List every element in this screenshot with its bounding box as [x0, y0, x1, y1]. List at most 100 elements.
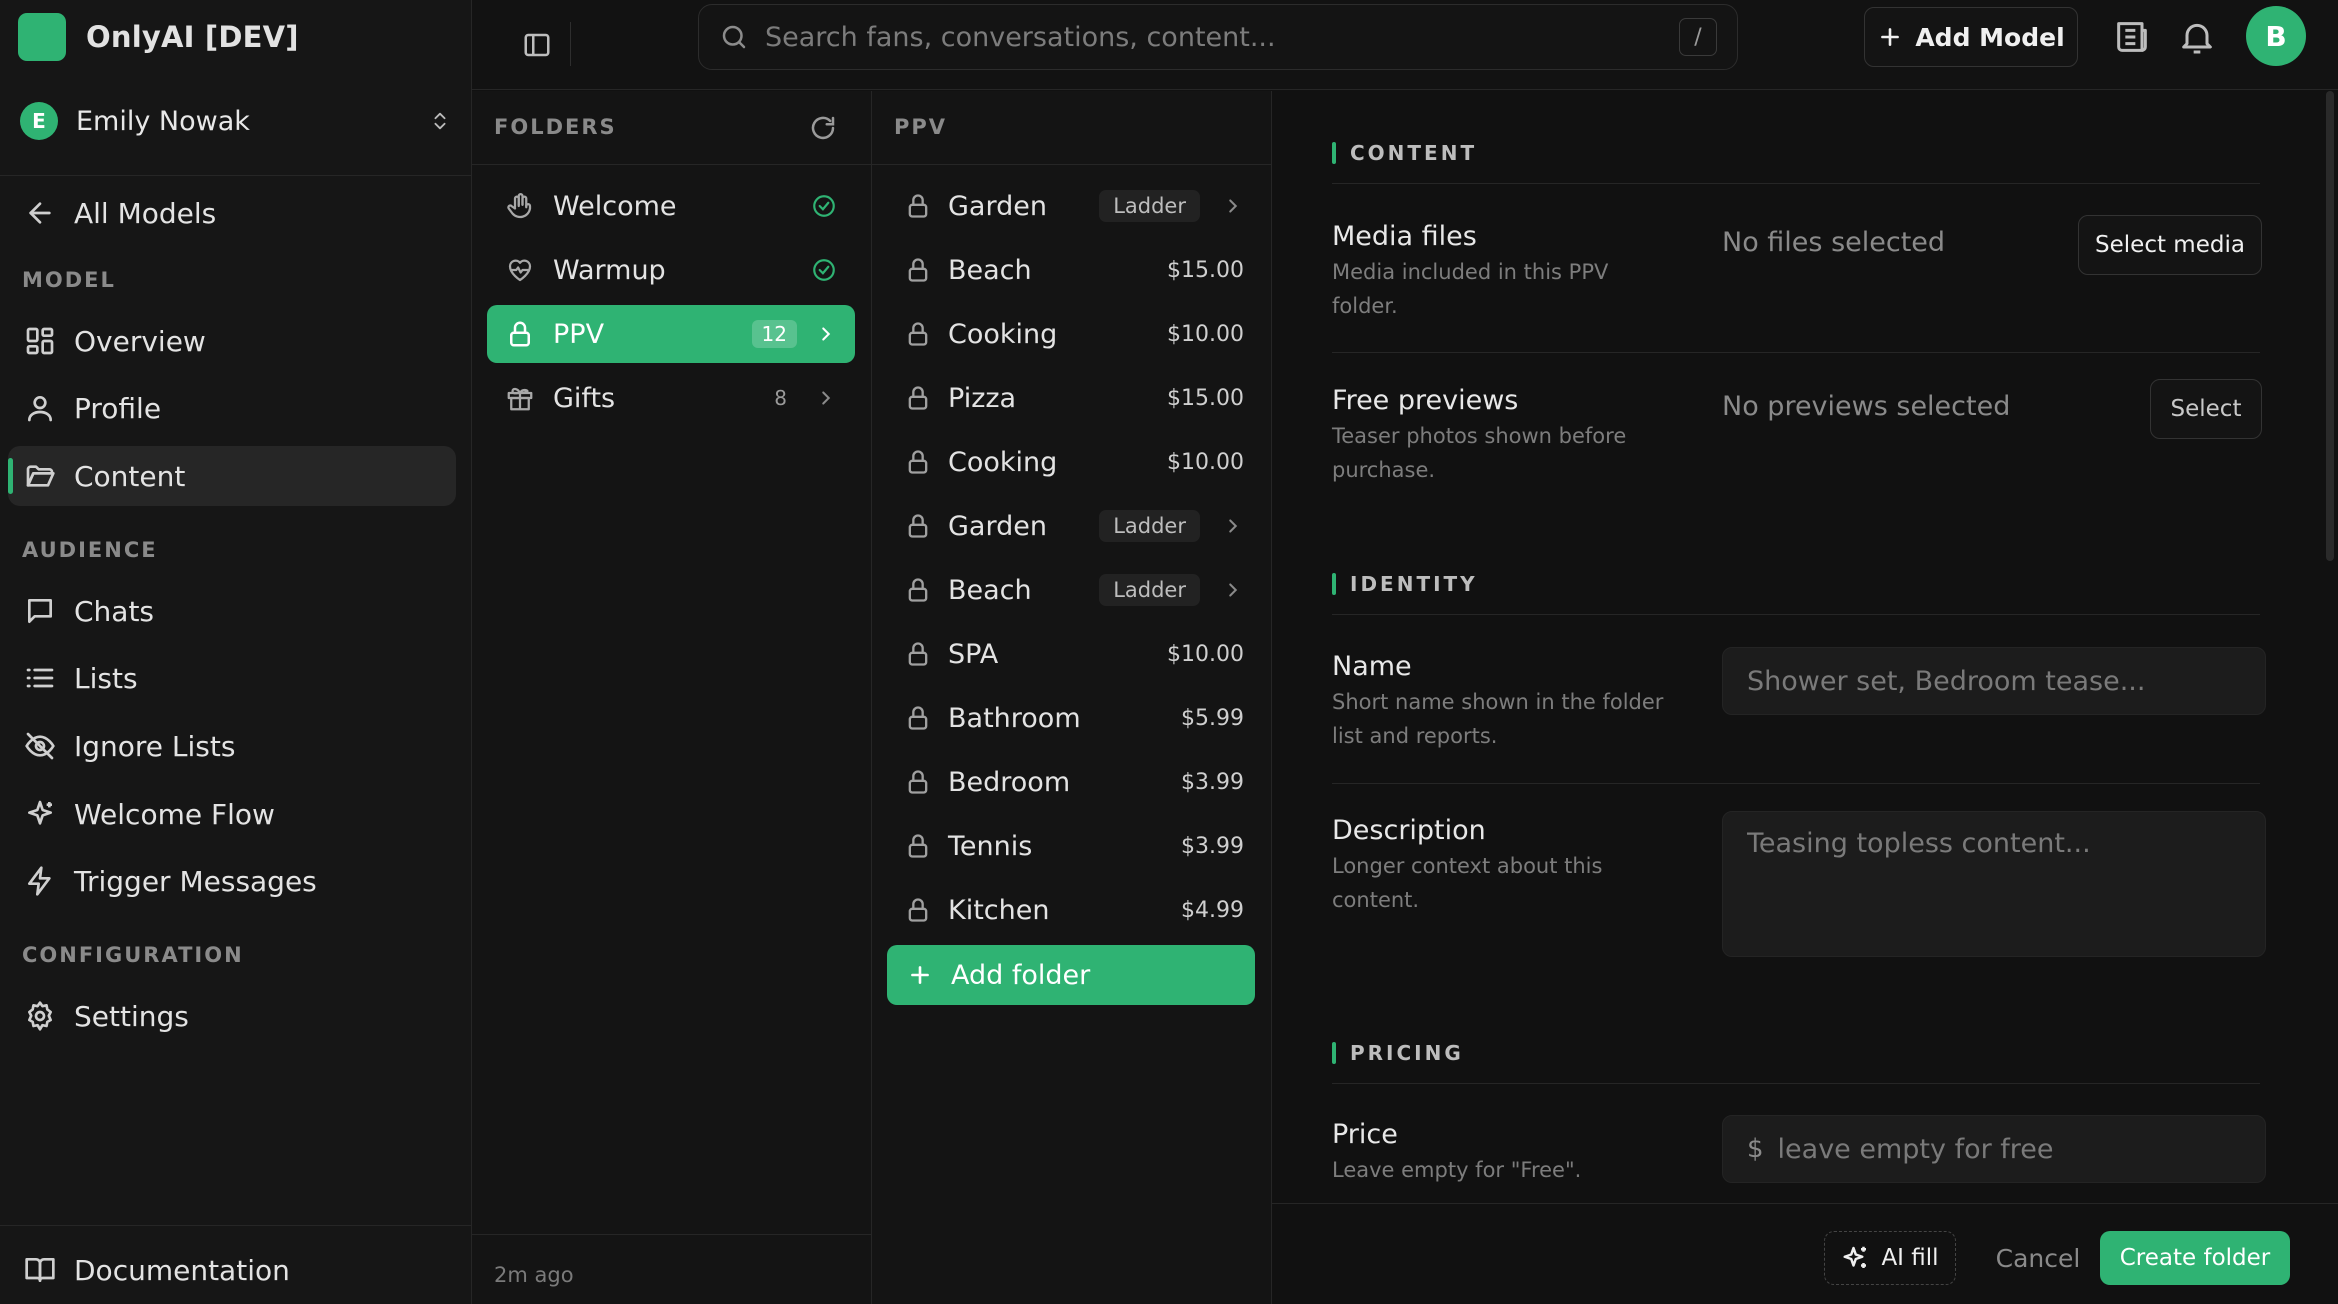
nav-all-models[interactable]: All Models: [8, 183, 456, 243]
ppv-item[interactable]: Bathroom $5.99: [886, 689, 1256, 747]
nav-overview[interactable]: Overview: [8, 311, 456, 371]
ladder-badge: Ladder: [1099, 190, 1200, 222]
user-avatar[interactable]: B: [2246, 6, 2306, 66]
plus-icon: [1877, 24, 1903, 50]
nav-welcome-flow[interactable]: Welcome Flow: [8, 784, 456, 844]
nav-label: Trigger Messages: [74, 864, 317, 898]
hand-wave-icon: [505, 191, 535, 221]
ppv-item-price: $5.99: [1181, 705, 1244, 731]
nav-settings[interactable]: Settings: [8, 986, 456, 1046]
description-input[interactable]: [1747, 828, 2241, 940]
create-folder-button[interactable]: Create folder: [2100, 1231, 2290, 1285]
divider: [570, 22, 571, 66]
divider: [1332, 183, 2260, 184]
ppv-item-price: $10.00: [1167, 449, 1244, 475]
chevron-right-icon: [815, 323, 837, 345]
refresh-icon[interactable]: [808, 113, 838, 143]
ladder-badge: Ladder: [1099, 574, 1200, 606]
select-media-button[interactable]: Select media: [2078, 215, 2262, 275]
ppv-item[interactable]: SPA $10.00: [886, 625, 1256, 683]
ppv-item-label: Kitchen: [948, 894, 1050, 926]
ppv-item-label: Tennis: [948, 830, 1033, 862]
ladder-badge: Ladder: [1099, 510, 1200, 542]
section-pricing-header: PRICING: [1332, 1041, 2260, 1065]
plus-icon: [907, 962, 933, 988]
name-input[interactable]: [1747, 665, 2241, 697]
check-circle-icon: [811, 257, 837, 283]
nav-chats[interactable]: Chats: [8, 581, 456, 641]
lock-icon: [904, 704, 932, 732]
ppv-item-price: $4.99: [1181, 897, 1244, 923]
nav-label: Documentation: [74, 1253, 290, 1287]
lock-icon: [904, 640, 932, 668]
ppv-item[interactable]: Cooking $10.00: [886, 305, 1256, 363]
gift-icon: [505, 383, 535, 413]
folder-item-ppv[interactable]: PPV 12: [487, 305, 855, 363]
price-label: Price: [1332, 1119, 1398, 1150]
divider: [0, 1225, 471, 1226]
nav-profile[interactable]: Profile: [8, 378, 456, 438]
chat-icon: [24, 595, 56, 627]
chevron-right-icon: [1222, 515, 1244, 537]
sidebar-toggle-icon[interactable]: [512, 20, 562, 70]
ppv-item[interactable]: Bedroom $3.99: [886, 753, 1256, 811]
ai-fill-button[interactable]: AI fill: [1824, 1231, 1956, 1285]
section-title: IDENTITY: [1350, 572, 1478, 596]
ppv-item-price: $3.99: [1181, 833, 1244, 859]
ppv-item[interactable]: Beach $15.00: [886, 241, 1256, 299]
ppv-item[interactable]: Beach Ladder: [886, 561, 1256, 619]
search-icon: [719, 22, 749, 52]
divider: [1332, 352, 2260, 353]
chevron-right-icon: [1222, 195, 1244, 217]
select-previews-button[interactable]: Select: [2150, 379, 2262, 439]
section-configuration: CONFIGURATION: [22, 943, 244, 967]
ppv-item[interactable]: Tennis $3.99: [886, 817, 1256, 875]
nav-documentation[interactable]: Documentation: [8, 1240, 456, 1300]
cancel-button[interactable]: Cancel: [1990, 1231, 2086, 1285]
name-field[interactable]: [1722, 647, 2266, 715]
nav-label: All Models: [74, 196, 217, 230]
ppv-item[interactable]: Garden Ladder: [886, 177, 1256, 235]
description-field[interactable]: [1722, 811, 2266, 957]
ppv-item-price: $10.00: [1167, 641, 1244, 667]
ppv-item-label: Beach: [948, 254, 1032, 286]
search-input[interactable]: [765, 21, 1663, 53]
chevron-right-icon: [1222, 579, 1244, 601]
bell-icon[interactable]: [2177, 17, 2217, 57]
search-bar[interactable]: /: [698, 4, 1738, 70]
ppv-header: PPV: [894, 115, 948, 139]
nav-label: Welcome Flow: [74, 797, 275, 831]
nav-ignore-lists[interactable]: Ignore Lists: [8, 716, 456, 776]
section-model: MODEL: [22, 268, 116, 292]
name-label: Name: [1332, 651, 1412, 682]
lock-icon: [904, 256, 932, 284]
lock-icon: [904, 768, 932, 796]
folder-item-warmup[interactable]: Warmup: [487, 241, 855, 299]
folder-item-gifts[interactable]: Gifts 8: [487, 369, 855, 427]
nav-trigger-messages[interactable]: Trigger Messages: [8, 851, 456, 911]
ppv-item[interactable]: Garden Ladder: [886, 497, 1256, 555]
lock-icon: [904, 512, 932, 540]
newspaper-icon[interactable]: [2112, 17, 2152, 57]
price-field[interactable]: $: [1722, 1115, 2266, 1183]
ppv-item-label: Garden: [948, 510, 1047, 542]
nav-label: Chats: [74, 594, 155, 628]
scrollbar[interactable]: [2326, 91, 2334, 561]
nav-content[interactable]: Content: [8, 446, 456, 506]
nav-label: Profile: [74, 391, 162, 425]
add-folder-button[interactable]: Add folder: [887, 945, 1255, 1005]
account-avatar: E: [20, 102, 58, 140]
ppv-item-label: Bathroom: [948, 702, 1081, 734]
price-input[interactable]: [1777, 1133, 2241, 1165]
nav-lists[interactable]: Lists: [8, 648, 456, 708]
ppv-item[interactable]: Cooking $10.00: [886, 433, 1256, 491]
account-switcher[interactable]: E Emily Nowak: [20, 100, 451, 142]
ppv-item[interactable]: Kitchen $4.99: [886, 881, 1256, 939]
folder-item-welcome[interactable]: Welcome: [487, 177, 855, 235]
ppv-item-label: Beach: [948, 574, 1032, 606]
section-accent: [1332, 142, 1336, 164]
ppv-item[interactable]: Pizza $15.00: [886, 369, 1256, 427]
brand[interactable]: OnlyAI [DEV]: [18, 13, 299, 61]
add-model-button[interactable]: Add Model: [1864, 7, 2078, 67]
bolt-icon: [24, 865, 56, 897]
